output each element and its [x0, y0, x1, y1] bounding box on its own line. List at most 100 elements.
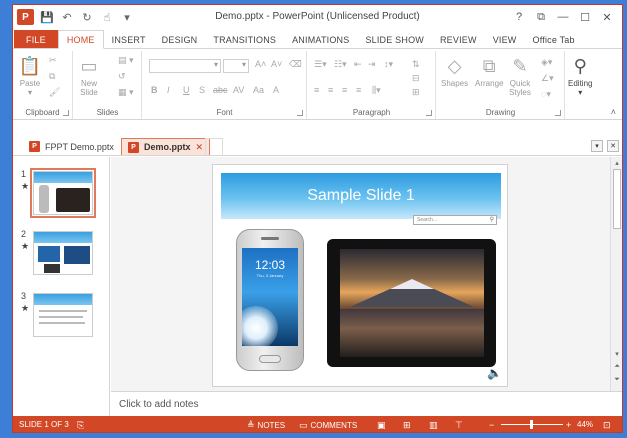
change-case-button[interactable]: Aa	[253, 85, 264, 95]
format-painter-icon[interactable]: 🖌	[49, 87, 60, 98]
zoom-slider-knob[interactable]	[530, 420, 533, 429]
tab-home[interactable]: HOME	[57, 30, 104, 49]
bullets-icon[interactable]: ☰▾	[314, 59, 327, 70]
slide-editor: Sample Slide 1 Search... ⚲ 12:03 Thu, 3 …	[111, 157, 610, 391]
next-slide-icon[interactable]: ⏷	[612, 375, 622, 385]
numbering-icon[interactable]: ☷▾	[334, 59, 347, 70]
tab-file[interactable]: FILE	[14, 30, 58, 49]
increase-indent-icon[interactable]: ⇥	[368, 59, 376, 70]
vertical-scrollbar[interactable]: ▴ ▾ ⏶ ⏷	[610, 157, 622, 391]
increase-font-icon[interactable]: A˄	[255, 59, 266, 69]
slide-sorter-icon[interactable]: ⊞	[403, 420, 411, 431]
maximize-button[interactable]: ☐	[574, 8, 596, 26]
clear-formatting-icon[interactable]: ⌫	[289, 59, 302, 70]
tab-review[interactable]: REVIEW	[432, 30, 485, 49]
help-button[interactable]: ?	[508, 8, 530, 26]
font-name-combo[interactable]	[149, 59, 221, 73]
scroll-thumb[interactable]	[613, 169, 621, 229]
bold-button[interactable]: B	[151, 85, 158, 95]
slide-thumbnail-2[interactable]	[33, 231, 93, 275]
cut-icon[interactable]: ✂	[49, 55, 57, 66]
zoom-out-icon[interactable]: −	[489, 420, 494, 430]
layout-icon[interactable]: ▤ ▾	[118, 55, 134, 66]
doc-tab-demo[interactable]: P Demo.pptx ✕	[121, 138, 211, 155]
fit-slide-icon[interactable]: ⊡	[603, 420, 611, 431]
phone-speaker	[261, 237, 279, 240]
zoom-in-icon[interactable]: +	[566, 420, 571, 430]
mountain-snow	[390, 279, 434, 289]
italic-button[interactable]: I	[167, 85, 170, 95]
strikethrough-button[interactable]: abc	[213, 85, 228, 95]
close-button[interactable]: ✕	[596, 8, 618, 26]
smartart-icon[interactable]: ⊞	[412, 87, 420, 98]
ribbon-display-button[interactable]: ⧉	[530, 8, 552, 26]
slide-show-icon[interactable]: ⊤	[455, 420, 463, 431]
copy-icon[interactable]: ⧉	[49, 71, 55, 82]
line-spacing-icon[interactable]: ↕▾	[384, 59, 393, 70]
new-tab-button[interactable]	[205, 138, 223, 155]
shape-outline-icon[interactable]: ∠▾	[541, 73, 554, 84]
shape-fill-icon[interactable]: ◈▾	[541, 57, 552, 68]
font-launcher-icon[interactable]	[297, 110, 303, 116]
tab-transitions[interactable]: TRANSITIONS	[205, 30, 284, 49]
tab-insert[interactable]: INSERT	[104, 30, 154, 49]
doc-tab-fppt-demo[interactable]: P FPPT Demo.pptx	[23, 138, 120, 155]
drawing-launcher-icon[interactable]	[555, 110, 561, 116]
thumb-tablet	[56, 188, 90, 212]
scroll-down-icon[interactable]: ▾	[612, 349, 622, 359]
font-size-combo[interactable]	[223, 59, 249, 73]
phone-image[interactable]: 12:03 Thu, 3 January	[236, 229, 304, 371]
audio-speaker-icon[interactable]: 🔈	[487, 366, 503, 380]
slides-group: ▭ New Slide ▤ ▾ ↺ ▦ ▾ Slides	[74, 51, 142, 119]
spelling-icon[interactable]: ⎘	[77, 420, 84, 431]
thumb-header	[34, 172, 92, 183]
slide-title[interactable]: Sample Slide 1	[221, 187, 501, 205]
editing-button[interactable]: ⚲ Editing ▾	[568, 55, 592, 98]
clipboard-launcher-icon[interactable]	[63, 110, 69, 116]
shadow-button[interactable]: S	[199, 85, 205, 95]
reset-icon[interactable]: ↺	[118, 71, 126, 82]
align-center-icon[interactable]: ≡	[328, 85, 333, 95]
character-spacing-button[interactable]: AV	[233, 85, 244, 95]
close-document-icon[interactable]: ✕	[607, 140, 619, 152]
tab-animations[interactable]: ANIMATIONS	[284, 30, 357, 49]
quick-styles-button[interactable]: ✎ Quick Styles	[509, 55, 531, 98]
current-slide[interactable]: Sample Slide 1 Search... ⚲ 12:03 Thu, 3 …	[212, 164, 508, 387]
align-right-icon[interactable]: ≡	[342, 85, 347, 95]
columns-icon[interactable]: ⫼▾	[372, 85, 381, 96]
minimize-button[interactable]: —	[552, 8, 574, 26]
new-slide-button[interactable]: ▭ New Slide	[78, 55, 100, 98]
align-left-icon[interactable]: ≡	[314, 85, 319, 95]
tablet-image[interactable]	[327, 239, 496, 367]
tab-design[interactable]: DESIGN	[154, 30, 206, 49]
scroll-up-icon[interactable]: ▴	[612, 158, 622, 168]
align-text-icon[interactable]: ⊟	[412, 73, 420, 84]
zoom-level[interactable]: 44%	[577, 420, 593, 429]
shape-effects-icon[interactable]: ◌▾	[541, 89, 551, 100]
text-direction-icon[interactable]: ⇅	[412, 59, 420, 70]
close-tab-icon[interactable]: ✕	[196, 142, 204, 153]
slide-thumbnail-1[interactable]	[30, 168, 96, 218]
paragraph-launcher-icon[interactable]	[426, 110, 432, 116]
notes-pane[interactable]: Click to add notes	[111, 391, 622, 416]
tab-office-tab[interactable]: Office Tab	[525, 30, 583, 49]
section-icon[interactable]: ▦ ▾	[118, 87, 134, 98]
decrease-indent-icon[interactable]: ⇤	[354, 59, 362, 70]
tab-list-dropdown-icon[interactable]: ▾	[591, 140, 603, 152]
tab-slide-show[interactable]: SLIDE SHOW	[357, 30, 432, 49]
decrease-font-icon[interactable]: A˅	[271, 59, 282, 69]
collapse-ribbon-icon[interactable]: ˄	[611, 107, 616, 117]
justify-icon[interactable]: ≡	[356, 85, 361, 95]
notes-button[interactable]: ≜ NOTES	[247, 420, 285, 431]
comments-button[interactable]: ▭ COMMENTS	[299, 420, 357, 431]
normal-view-icon[interactable]: ▣	[377, 420, 386, 431]
slide-thumbnail-3[interactable]	[33, 293, 93, 337]
underline-button[interactable]: U	[183, 85, 190, 95]
font-color-button[interactable]: A	[273, 85, 279, 95]
shapes-button[interactable]: ◇ Shapes	[441, 55, 468, 89]
reading-view-icon[interactable]: ▥	[429, 420, 438, 431]
paste-button[interactable]: 📋 Paste ▾	[19, 55, 41, 98]
tab-view[interactable]: VIEW	[485, 30, 525, 49]
arrange-button[interactable]: ⧉ Arrange	[475, 55, 503, 89]
previous-slide-icon[interactable]: ⏶	[612, 362, 622, 372]
